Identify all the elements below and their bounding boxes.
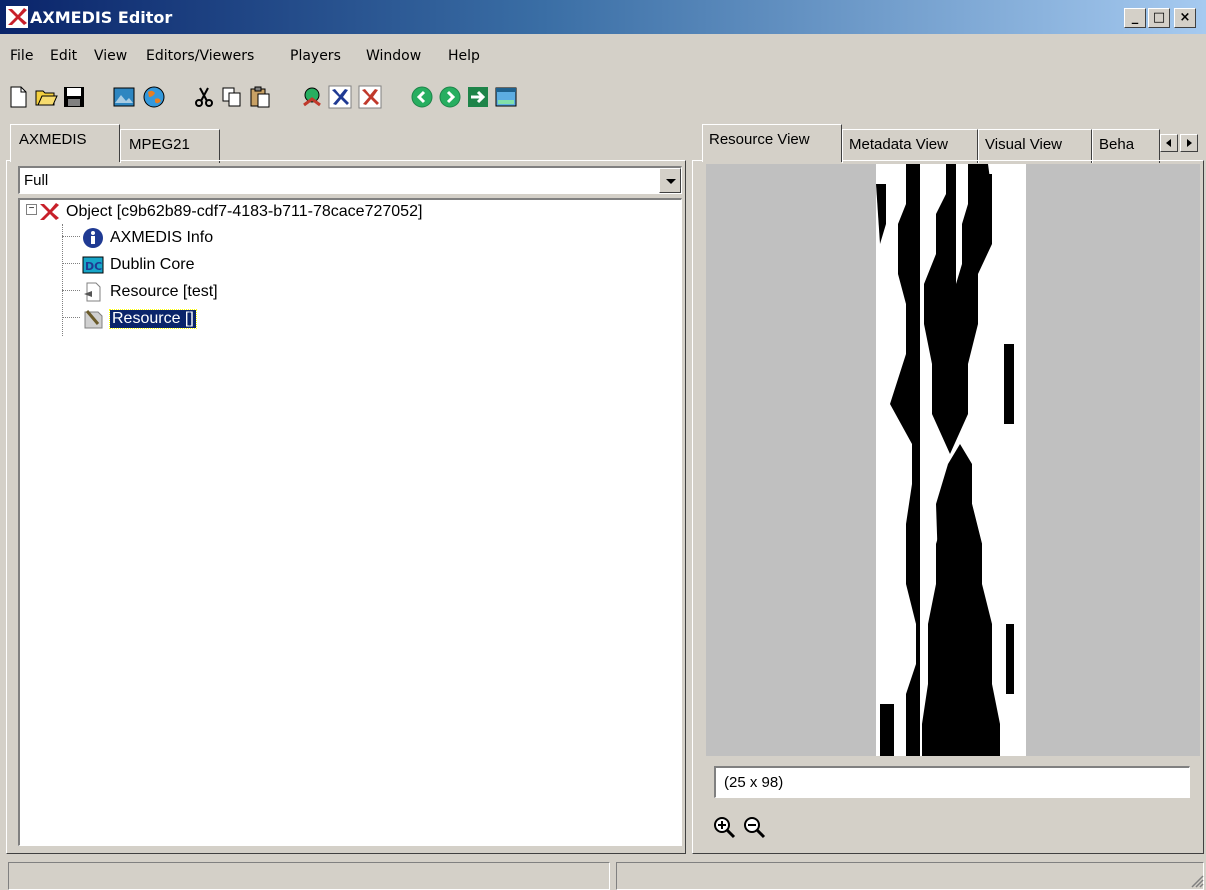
status-bar	[0, 858, 1206, 890]
tree-node-label: Resource [test]	[110, 283, 218, 300]
save-disk-icon[interactable]	[60, 82, 88, 112]
status-pane-right	[616, 862, 1204, 890]
axmedis-tool-icon[interactable]	[326, 82, 354, 112]
menu-edit[interactable]: Edit	[50, 48, 77, 64]
tab-behaviour[interactable]: Beha	[1092, 129, 1160, 163]
resize-grip-icon[interactable]	[1190, 874, 1204, 888]
image-size-field: (25 x 98)	[714, 766, 1190, 798]
menu-editors-viewers[interactable]: Editors/Viewers	[146, 48, 254, 64]
resource-image-icon	[84, 310, 103, 329]
toolbar	[0, 80, 1206, 120]
status-pane-left	[8, 862, 610, 890]
menu-file[interactable]: File	[10, 48, 33, 64]
tab-metadata-view[interactable]: Metadata View	[842, 129, 978, 163]
open-folder-icon[interactable]	[32, 82, 60, 112]
image-viewer[interactable]	[706, 164, 1200, 756]
tree-node-dublin-core[interactable]: DC Dublin Core	[82, 253, 194, 277]
paste-icon[interactable]	[246, 82, 274, 112]
minimize-button[interactable]: _	[1124, 8, 1146, 28]
close-button[interactable]: ×	[1174, 8, 1196, 28]
tree-node-label: Resource []	[109, 309, 197, 329]
tab-mpeg21[interactable]: MPEG21	[120, 129, 220, 163]
tree-connector	[62, 317, 80, 318]
tree-node-object[interactable]: Object [c9b62b89-cdf7-4183-b711-78cace72…	[38, 200, 422, 224]
resource-panel: Resource View Metadata View Visual View …	[692, 124, 1204, 854]
forward-icon[interactable]	[436, 82, 464, 112]
cut-icon[interactable]	[190, 82, 218, 112]
tree-connector	[62, 224, 63, 336]
tree-node-resource-empty[interactable]: Resource []	[82, 307, 197, 331]
collapse-icon[interactable]: −	[26, 204, 37, 215]
title-bar[interactable]: AXMEDIS Editor _ □ ×	[0, 0, 1206, 34]
window-icon[interactable]	[492, 82, 520, 112]
menu-bar: File Edit View Editors/Viewers Players W…	[0, 40, 1206, 74]
tab-resource-view[interactable]: Resource View	[702, 124, 842, 162]
tree-node-axmedis-info[interactable]: AXMEDIS Info	[82, 226, 213, 250]
tree-connector	[62, 236, 80, 237]
tree-connector	[62, 290, 80, 291]
view-filter-select[interactable]: Full	[18, 166, 682, 194]
resource-image-preview	[876, 164, 1026, 756]
tab-visual-view[interactable]: Visual View	[978, 129, 1092, 163]
tree-connector	[62, 263, 80, 264]
new-document-icon[interactable]	[4, 82, 32, 112]
tab-scroll-right-icon[interactable]	[1180, 134, 1198, 152]
maximize-button[interactable]: □	[1148, 8, 1170, 28]
back-icon[interactable]	[408, 82, 436, 112]
tab-axmedis[interactable]: AXMEDIS	[10, 124, 120, 162]
axmedis-tool-red-icon[interactable]	[356, 82, 384, 112]
structure-panel: AXMEDIS MPEG21 Full − Object [c9b62b89-c…	[6, 124, 686, 854]
chevron-down-icon[interactable]	[659, 168, 681, 193]
svg-text:DC: DC	[85, 260, 102, 273]
tree-node-label: AXMEDIS Info	[110, 229, 214, 246]
object-tree[interactable]: − Object [c9b62b89-cdf7-4183-b711-78cace…	[18, 198, 682, 846]
zoom-out-icon[interactable]	[740, 812, 768, 842]
network-icon[interactable]	[298, 82, 326, 112]
tree-node-label: Object [c9b62b89-cdf7-4183-b711-78cace72…	[66, 203, 423, 220]
image-icon[interactable]	[110, 82, 138, 112]
export-arrow-icon[interactable]	[464, 82, 492, 112]
zoom-in-icon[interactable]	[710, 812, 738, 842]
resource-file-icon	[84, 282, 101, 302]
view-filter-value: Full	[24, 172, 49, 189]
dublin-core-icon: DC	[82, 256, 104, 274]
info-icon	[83, 228, 103, 248]
axmedis-logo-icon	[6, 6, 28, 28]
menu-help[interactable]: Help	[448, 48, 480, 64]
menu-view[interactable]: View	[94, 48, 127, 64]
app-window: AXMEDIS Editor _ □ × File Edit View Edit…	[0, 0, 1206, 890]
window-title: AXMEDIS Editor	[30, 8, 173, 27]
menu-window[interactable]: Window	[366, 48, 421, 64]
tab-scroll-left-icon[interactable]	[1160, 134, 1178, 152]
tree-node-label: Dublin Core	[110, 256, 195, 273]
tree-node-resource-test[interactable]: Resource [test]	[82, 280, 218, 304]
copy-icon[interactable]	[218, 82, 246, 112]
menu-players[interactable]: Players	[290, 48, 341, 64]
globe-icon[interactable]	[140, 82, 168, 112]
axmedis-object-icon	[40, 203, 59, 220]
